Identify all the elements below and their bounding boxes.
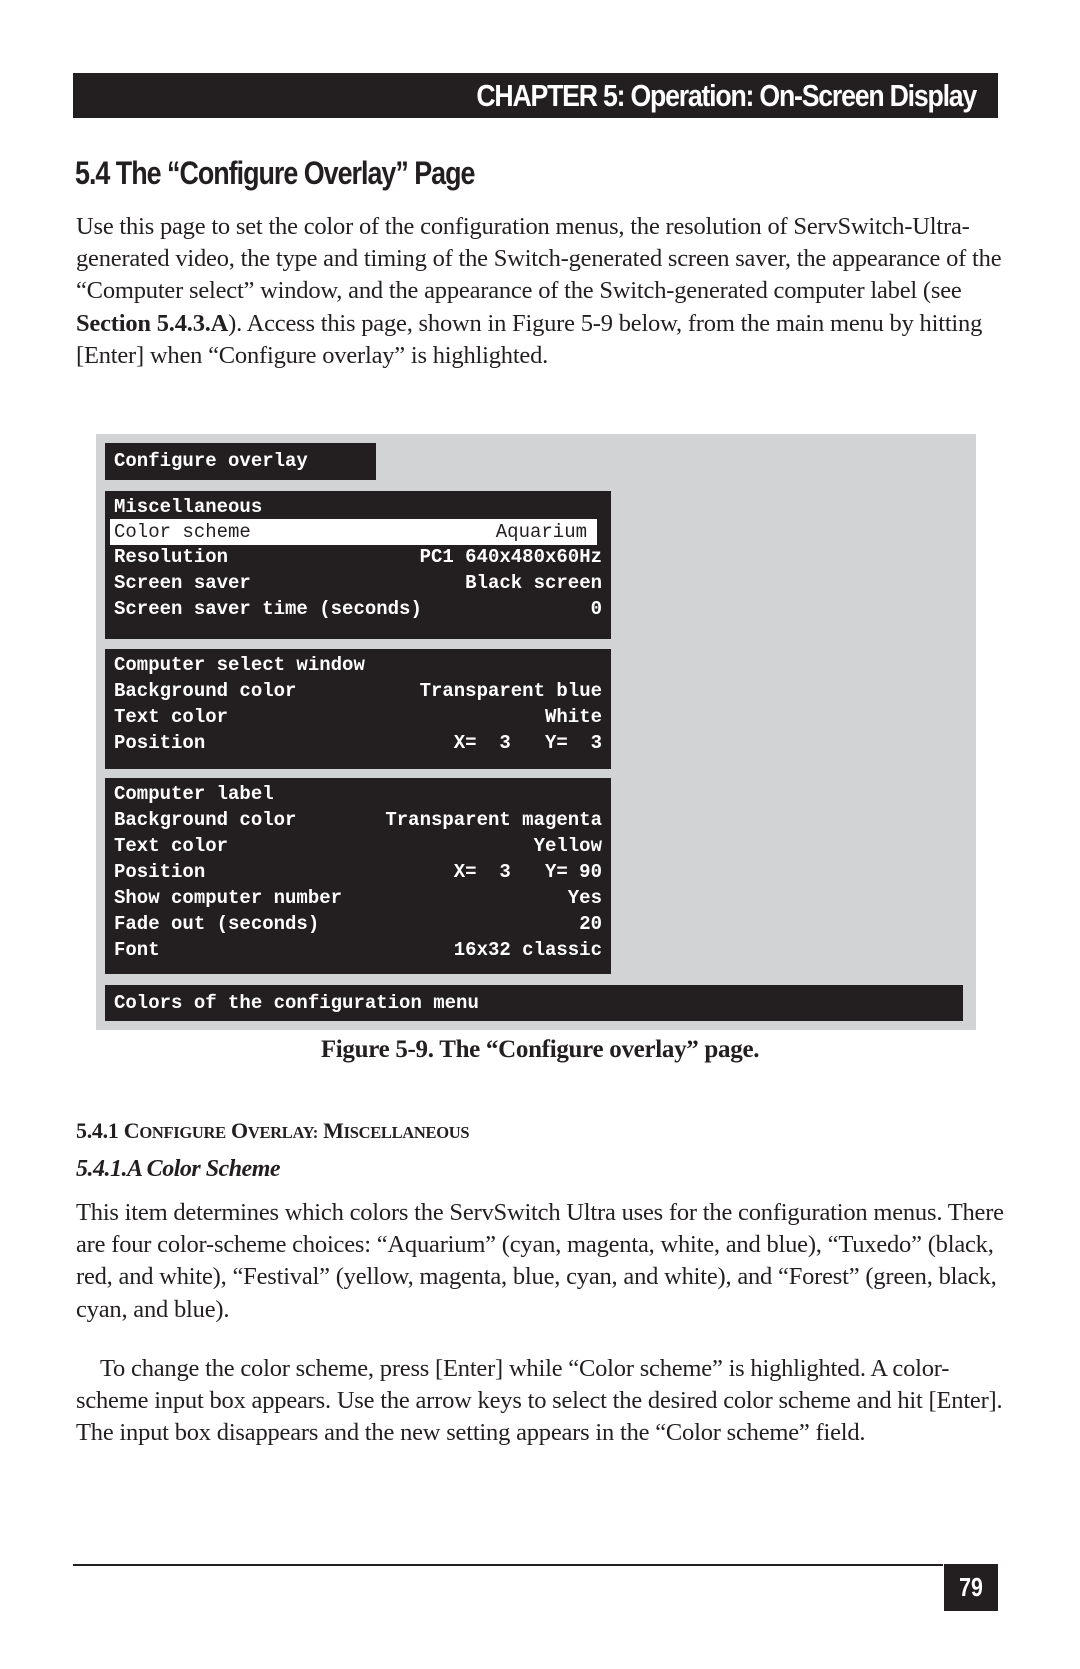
row-label: Background color	[114, 680, 297, 702]
configure-overlay-figure: Configure overlay Miscellaneous Color sc…	[96, 434, 976, 1030]
panel-heading: Computer label	[114, 781, 602, 807]
row-label: Position	[114, 861, 206, 883]
intro-paragraph: Use this page to set the color of the co…	[76, 211, 1006, 372]
menu-row-position[interactable]: Position X= 3 Y= 90	[114, 859, 602, 885]
menu-row-font[interactable]: Font 16x32 classic	[114, 937, 602, 963]
small-caps: VERLAY:	[247, 1123, 318, 1142]
row-label: Background color	[114, 809, 297, 831]
row-label: Color scheme	[114, 521, 251, 543]
footer-divider	[73, 1564, 943, 1566]
panel-heading: Miscellaneous	[114, 494, 602, 520]
row-value: X= 3 Y= 90	[453, 861, 602, 883]
page-number-box: 79	[944, 1564, 998, 1611]
menu-row-screen-saver-time[interactable]: Screen saver time (seconds) 0	[114, 596, 602, 622]
menu-row-position[interactable]: Position X= 3 Y= 3	[114, 730, 602, 756]
row-value: White	[544, 706, 602, 728]
screen-title-panel: Configure overlay	[105, 443, 376, 480]
row-value: 16x32 classic	[453, 939, 602, 961]
row-value: Black screen	[465, 572, 602, 594]
row-value: 0	[590, 598, 602, 620]
row-label: Fade out (seconds)	[114, 913, 320, 935]
subsection-heading: 5.4.1 CONFIGURE OVERLAY: MISCELLANEOUS	[76, 1118, 470, 1144]
row-value: Yellow	[533, 835, 602, 857]
menu-row-text-color[interactable]: Text color Yellow	[114, 833, 602, 859]
row-value: Aquarium	[495, 521, 587, 543]
row-label: Resolution	[114, 546, 229, 568]
cap-letter: M	[323, 1118, 344, 1143]
row-label: Text color	[114, 706, 229, 728]
menu-row-background-color[interactable]: Background color Transparent blue	[114, 678, 602, 704]
row-label: Colors of the configuration menu	[114, 992, 479, 1014]
menu-row-color-scheme[interactable]: Color scheme Aquarium	[110, 519, 597, 545]
computer-label-panel: Computer label Background color Transpare…	[105, 778, 611, 974]
figure-caption: Figure 5-9. The “Configure overlay” page…	[320, 1036, 760, 1063]
menu-row-screen-saver[interactable]: Screen saver Black screen	[114, 570, 602, 596]
panel-heading: Computer select window	[114, 652, 602, 678]
intro-text: Use this page to set the color of the co…	[76, 213, 1002, 305]
heading-text: Miscellaneous	[114, 496, 263, 518]
heading-text: Computer select window	[114, 654, 365, 676]
row-value: Yes	[567, 887, 602, 909]
menu-row-show-computer-number[interactable]: Show computer number Yes	[114, 885, 602, 911]
cap-letter: C	[123, 1118, 140, 1143]
heading-text: Computer label	[114, 783, 274, 805]
row-value: PC1 640x480x60Hz	[419, 546, 602, 568]
screen-title: Configure overlay	[114, 448, 367, 474]
menu-row-background-color[interactable]: Background color Transparent magenta	[114, 807, 602, 833]
row-value: Transparent blue	[419, 680, 602, 702]
row-label: Screen saver	[114, 572, 251, 594]
color-scheme-paragraph: This item determines which colors the Se…	[76, 1199, 1004, 1323]
row-label: Screen saver time (seconds)	[114, 598, 422, 620]
page-number: 79	[959, 1572, 983, 1602]
subsection-word: MISCELLANEOUS	[323, 1118, 469, 1143]
colors-menu-panel[interactable]: Colors of the configuration menu	[105, 985, 963, 1021]
row-label: Font	[114, 939, 160, 961]
small-caps: ISCELLANEOUS	[343, 1123, 470, 1142]
small-caps: ONFIGURE	[139, 1123, 226, 1142]
computer-select-window-panel: Computer select window Background color T…	[105, 649, 611, 769]
row-label: Show computer number	[114, 887, 343, 909]
cap-letter: O	[231, 1118, 248, 1143]
row-label: Position	[114, 732, 206, 754]
change-color-scheme-paragraph: To change the color scheme, press [Enter…	[76, 1355, 1003, 1447]
screen-title-text: Configure overlay	[114, 450, 308, 472]
row-value: X= 3 Y= 3	[453, 732, 602, 754]
menu-row-resolution[interactable]: Resolution PC1 640x480x60Hz	[114, 544, 602, 570]
miscellaneous-panel: Miscellaneous Color scheme Aquarium Resol…	[105, 491, 611, 639]
colors-menu-item[interactable]: Colors of the configuration menu	[114, 990, 954, 1016]
subsection-number: 5.4.1	[76, 1118, 119, 1143]
section-reference: Section 5.4.3.A	[76, 309, 229, 337]
row-value: 20	[579, 913, 602, 935]
subsection-word: OVERLAY:	[231, 1118, 318, 1143]
subsection-word: CONFIGURE	[124, 1118, 226, 1143]
row-label: Text color	[114, 835, 229, 857]
section-title: 5.4 The “Configure Overlay” Page	[75, 155, 475, 191]
subsubsection-heading: 5.4.1.A Color Scheme	[76, 1156, 281, 1182]
row-value: Transparent magenta	[385, 809, 602, 831]
menu-row-text-color[interactable]: Text color White	[114, 704, 602, 730]
menu-row-fade-out[interactable]: Fade out (seconds) 20	[114, 911, 602, 937]
chapter-title: CHAPTER 5: Operation: On-Screen Display	[476, 78, 977, 113]
chapter-header-bar: CHAPTER 5: Operation: On-Screen Display	[73, 73, 998, 118]
